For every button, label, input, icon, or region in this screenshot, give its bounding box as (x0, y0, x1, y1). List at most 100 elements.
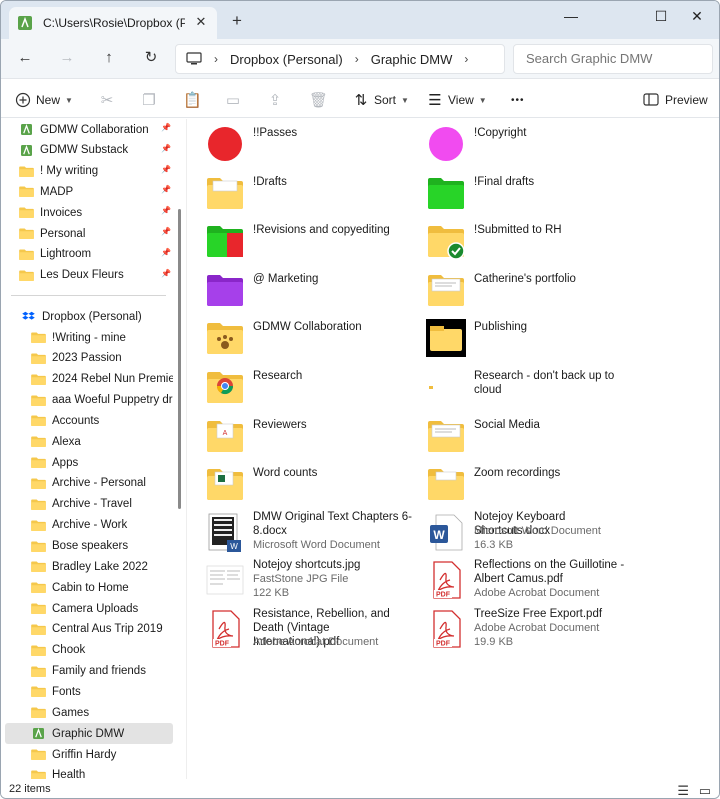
cut-button[interactable]: ✂ (99, 90, 120, 110)
delete-button[interactable]: 🗑 (309, 90, 330, 110)
sidebar-pinned-item[interactable]: MADP 📌 (19, 181, 173, 202)
file-item[interactable]: Zoom recordings (414, 459, 634, 505)
new-button[interactable]: New ▼ (15, 90, 73, 110)
up-icon[interactable]: ↑ (97, 47, 121, 69)
refresh-icon[interactable]: ↻ (139, 47, 163, 69)
sidebar-pinned-item[interactable]: Les Deux Fleurs 📌 (19, 265, 173, 286)
sidebar-item-label: Archive - Travel (52, 498, 132, 511)
maximize-button[interactable]: ☐ (641, 5, 681, 27)
breadcrumb-dropbox[interactable]: Dropbox (Personal) (230, 52, 343, 67)
sidebar-pinned-item[interactable]: Personal 📌 (19, 223, 173, 244)
file-item[interactable]: !!Passes (193, 119, 413, 165)
sidebar-folder-item[interactable]: Games (5, 702, 173, 723)
file-name: !Submitted to RH (474, 224, 562, 237)
rename-button[interactable]: ▭ (225, 90, 246, 110)
sidebar-pinned-item[interactable]: GDMW Substack 📌 (19, 140, 173, 161)
sidebar-folder-item[interactable]: Central Aus Trip 2019 (5, 619, 173, 640)
sidebar-folder-item[interactable]: Apps (5, 452, 173, 473)
sidebar-folder-item[interactable]: Alexa (5, 431, 173, 452)
search-input[interactable]: Search Graphic DMW (513, 44, 713, 74)
folder-icon (31, 478, 46, 489)
sidebar-folder-item[interactable]: 2024 Rebel Nun Premiere N (5, 369, 173, 390)
share-button[interactable]: ⇪ (267, 90, 288, 110)
sidebar-folder-item[interactable]: Cabin to Home (5, 577, 173, 598)
new-label: New (36, 93, 61, 107)
pin-icon[interactable]: 📌 (161, 248, 171, 257)
sidebar-item-label: 2024 Rebel Nun Premiere N (52, 373, 173, 386)
sidebar-folder-item[interactable]: Accounts (5, 410, 173, 431)
pin-icon[interactable]: 📌 (161, 144, 171, 153)
pin-icon[interactable]: 📌 (161, 269, 171, 278)
sidebar-folder-item[interactable]: Health (5, 765, 173, 779)
window-close-button[interactable]: ✕ (677, 5, 717, 27)
paste-button[interactable]: 📋 (183, 90, 204, 110)
sidebar-folder-item[interactable]: Fonts (5, 681, 173, 702)
file-item[interactable]: Social Media (414, 411, 634, 457)
sidebar-pinned-item[interactable]: GDMW Collaboration 📌 (19, 119, 173, 140)
sidebar-folder-item[interactable]: Archive - Travel (5, 494, 173, 515)
file-item[interactable]: W Notejoy Keyboard Shortcuts.docx Microsof… (414, 508, 634, 554)
new-tab-icon[interactable]: + (229, 11, 245, 31)
sidebar-item-dropbox[interactable]: Dropbox (Personal) (21, 306, 186, 327)
file-item[interactable]: Notejoy shortcuts.jpg FastStone JPG File 1… (193, 556, 413, 602)
file-item[interactable]: !Drafts (193, 168, 413, 214)
file-item[interactable]: Word counts (193, 459, 413, 505)
file-item[interactable]: A Reviewers (193, 411, 413, 457)
sidebar-folder-item[interactable]: 2023 Passion (5, 348, 173, 369)
copy-button[interactable]: ❐ (141, 90, 162, 110)
file-item[interactable]: !Revisions and copyediting (193, 216, 413, 262)
sidebar-folder-item[interactable]: Graphic DMW (5, 723, 173, 745)
tab-close-icon[interactable]: ✕ (193, 14, 209, 30)
sidebar-folder-item[interactable]: Bradley Lake 2022 (5, 556, 173, 577)
file-item[interactable]: W DMW Original Text Chapters 6-8.docx Micr… (193, 508, 413, 554)
file-item[interactable]: Research - don't back up to cloud (414, 362, 634, 408)
sidebar-folder-item[interactable]: aaa Woeful Puppetry dropb (5, 390, 173, 411)
file-item[interactable]: Publishing (414, 313, 634, 359)
sidebar-folder-item[interactable]: Griffin Hardy (5, 744, 173, 765)
view-button[interactable]: ☰ View ▼ (427, 90, 486, 110)
folder-chrome-icon (205, 366, 245, 406)
file-item[interactable]: !Submitted to RH (414, 216, 634, 262)
details-view-icon[interactable]: ☰ (677, 783, 689, 798)
file-item[interactable]: PDF Reflections on the Guillotine - Alber… (414, 556, 634, 602)
sidebar-pinned-item[interactable]: Invoices 📌 (19, 202, 173, 223)
minimize-button[interactable]: — (551, 5, 591, 27)
svg-text:PDF: PDF (436, 641, 451, 648)
file-item[interactable]: PDF TreeSize Free Export.pdf Adobe Acrobat… (414, 605, 634, 651)
folder-icon (31, 540, 46, 552)
file-item[interactable]: !Final drafts (414, 168, 634, 214)
sidebar-folder-item[interactable]: Chook (5, 640, 173, 661)
pin-icon[interactable]: 📌 (161, 165, 171, 174)
folder-icon (19, 207, 34, 219)
forward-icon[interactable]: → (55, 47, 79, 69)
folder-plain-icon (426, 463, 466, 503)
pin-icon[interactable]: 📌 (161, 227, 171, 236)
breadcrumb-separator[interactable]: › (464, 52, 468, 66)
file-item[interactable]: Research (193, 362, 413, 408)
preview-button[interactable]: Preview (643, 90, 708, 110)
sidebar-pinned-item[interactable]: ! My writing 📌 (19, 161, 173, 182)
address-bar[interactable]: › Dropbox (Personal) › Graphic DMW › (175, 44, 505, 74)
sidebar-scrollbar[interactable] (178, 209, 181, 509)
sort-button[interactable]: ⇅ Sort ▼ (353, 90, 409, 110)
file-item[interactable]: PDF Resistance, Rebellion, and Death (Vin… (193, 605, 413, 651)
back-icon[interactable]: ← (13, 47, 37, 69)
sidebar-folder-item[interactable]: Family and friends (5, 661, 173, 682)
sidebar-pinned-item[interactable]: Lightroom 📌 (19, 244, 173, 265)
breadcrumb-graphic-dmw[interactable]: Graphic DMW (371, 52, 453, 67)
sidebar-folder-item[interactable]: Archive - Personal (5, 473, 173, 494)
sidebar-folder-item[interactable]: Archive - Work (5, 515, 173, 536)
tiles-view-icon[interactable]: ▭ (699, 783, 711, 798)
sidebar-folder-item[interactable]: !Writing - mine (5, 327, 173, 348)
file-item[interactable]: !Copyright (414, 119, 634, 165)
sidebar-folder-item[interactable]: Camera Uploads (5, 598, 173, 619)
pin-icon[interactable]: 📌 (161, 185, 171, 194)
file-item[interactable]: GDMW Collaboration (193, 313, 413, 359)
explorer-tab[interactable]: C:\Users\Rosie\Dropbox (Personal) ✕ (9, 7, 217, 39)
file-item[interactable]: Catherine's portfolio (414, 265, 634, 311)
pin-icon[interactable]: 📌 (161, 206, 171, 215)
pin-icon[interactable]: 📌 (161, 123, 171, 132)
more-options-button[interactable]: ••• (511, 90, 525, 110)
file-item[interactable]: @ Marketing (193, 265, 413, 311)
sidebar-folder-item[interactable]: Bose speakers (5, 536, 173, 557)
